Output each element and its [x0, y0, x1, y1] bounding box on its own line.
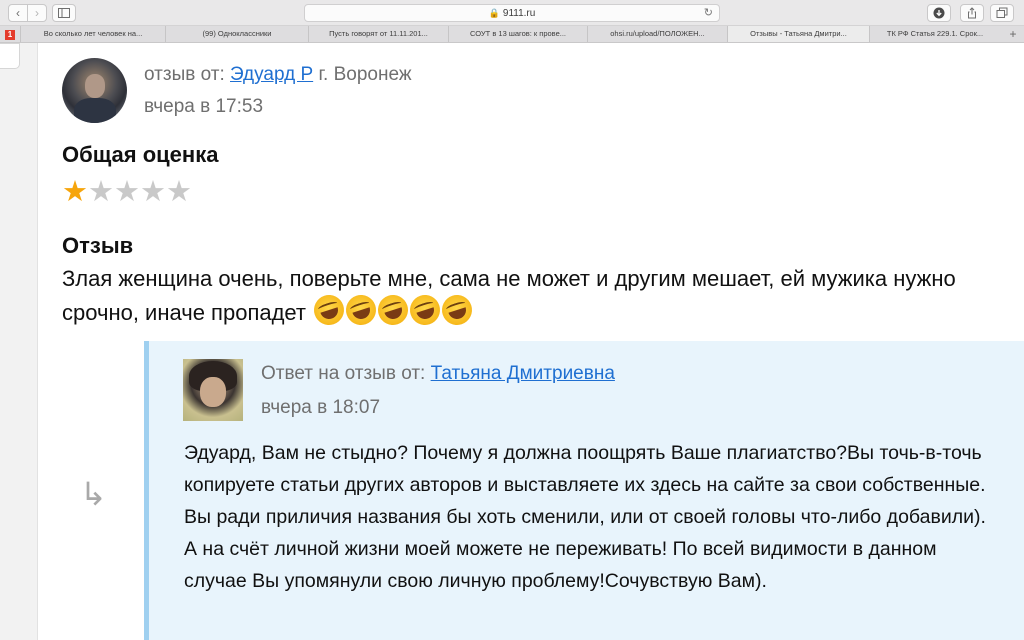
sidebar-icon	[58, 8, 70, 18]
review-city: г. Воронеж	[318, 64, 412, 85]
downloads-button[interactable]	[927, 4, 951, 22]
review-author-link[interactable]: Эдуард Р	[230, 64, 313, 85]
rating-stars: ★★★★★	[62, 177, 192, 207]
new-tab-button[interactable]: +	[1006, 26, 1020, 42]
rofl-emoji-icon	[310, 291, 349, 329]
avatar[interactable]	[62, 58, 127, 123]
reply-box: Ответ на отзыв от: Татьяна Дмитриевна вч…	[144, 341, 1024, 640]
browser-tab[interactable]: Пусть говорят от 11.11.201...	[308, 26, 448, 42]
address-bar[interactable]: 🔒 9111.ru ↻	[304, 4, 720, 22]
browser-tab-active[interactable]: Отзывы - Татьяна Дмитри...	[727, 26, 869, 42]
tab-overview-button[interactable]	[990, 4, 1014, 22]
sidebar-toggle-button[interactable]	[52, 4, 76, 22]
review-author-line: отзыв от: Эдуард Р г. Воронеж	[144, 64, 412, 86]
review-heading: Отзыв	[62, 233, 134, 258]
share-button[interactable]	[960, 4, 984, 22]
rofl-emoji-icon	[438, 291, 477, 329]
url-text: 9111.ru	[502, 8, 536, 19]
reload-icon[interactable]: ↻	[704, 5, 713, 21]
reply-author-link[interactable]: Татьяна Дмитриевна	[431, 363, 615, 384]
browser-tab[interactable]: Во сколько лет человек на...	[20, 26, 165, 42]
forward-button[interactable]: ›	[27, 4, 47, 22]
star-empty-icon: ★	[166, 176, 192, 208]
star-empty-icon: ★	[114, 176, 140, 208]
browser-tab[interactable]: ohsi.ru/upload/ПОЛОЖЕН...	[587, 26, 727, 42]
browser-tab[interactable]: ТК РФ Статья 229.1. Срок...	[869, 26, 1000, 42]
browser-toolbar: ‹ › 🔒 9111.ru ↻	[0, 0, 1024, 26]
page-content: отзыв от: Эдуард Р г. Воронеж вчера в 17…	[0, 43, 1024, 640]
review-text-block: Злая женщина очень, поверьте мне, сама н…	[62, 263, 997, 329]
reply-from-label: Ответ на отзыв от:	[261, 363, 426, 384]
lock-icon: 🔒	[488, 8, 500, 18]
browser-tab[interactable]: (99) Одноклассники	[165, 26, 308, 42]
tabs-icon	[996, 7, 1008, 18]
side-widget[interactable]	[0, 43, 20, 69]
reply-arrow-icon: ↳	[80, 476, 107, 512]
reply-avatar[interactable]	[183, 359, 243, 421]
reply-author-line: Ответ на отзыв от: Татьяна Дмитриевна	[261, 363, 615, 385]
star-empty-icon: ★	[140, 176, 166, 208]
download-icon	[933, 7, 945, 19]
tab-bar: 1 Во сколько лет человек на... (99) Одно…	[0, 26, 1024, 43]
share-icon	[968, 7, 976, 19]
star-empty-icon: ★	[88, 176, 114, 208]
browser-tab[interactable]: СОУТ в 13 шагов: к прове...	[448, 26, 587, 42]
rating-heading: Общая оценка	[62, 142, 219, 167]
chevron-left-icon: ‹	[16, 6, 20, 20]
review-text: Злая женщина очень, поверьте мне, сама н…	[62, 266, 956, 325]
left-gutter	[0, 43, 38, 640]
avatar-body	[74, 98, 116, 123]
review-from-label: отзыв от:	[144, 64, 225, 85]
avatar-face	[200, 377, 226, 407]
rofl-emoji-icon	[406, 291, 445, 329]
chevron-right-icon: ›	[35, 6, 39, 20]
reply-text: Эдуард, Вам не стыдно? Почему я должна п…	[184, 442, 986, 592]
pinned-tab-badge[interactable]: 1	[5, 30, 15, 40]
reply-time: вчера в 18:07	[261, 397, 381, 418]
rofl-emoji-icon	[342, 291, 381, 329]
back-button[interactable]: ‹	[8, 4, 28, 22]
review-time: вчера в 17:53	[144, 96, 264, 117]
avatar-face	[85, 74, 105, 98]
star-filled-icon: ★	[62, 176, 88, 208]
rofl-emoji-icon	[374, 291, 413, 329]
